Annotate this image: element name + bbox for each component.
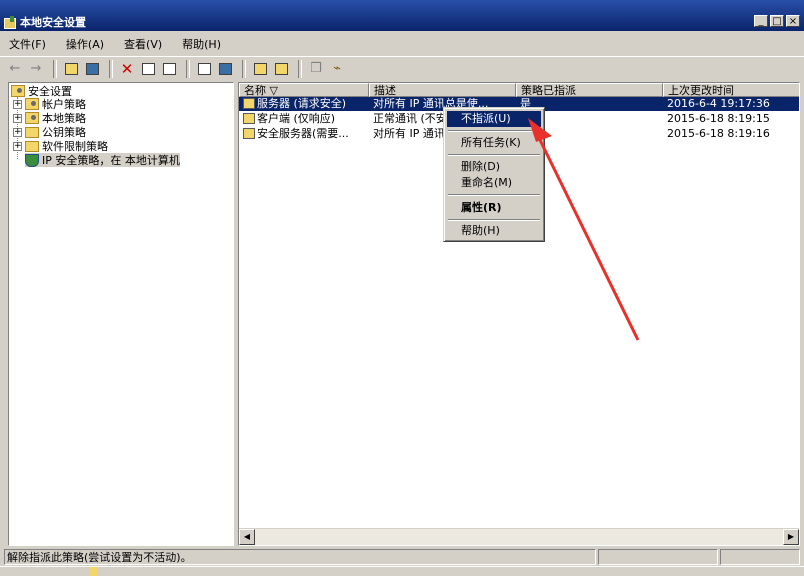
menu-separator — [448, 219, 540, 221]
toolbar-separator — [53, 59, 57, 78]
column-header-description[interactable]: 描述 — [369, 83, 516, 97]
tree-item-account-policies[interactable]: + 帐户策略 — [13, 97, 86, 111]
menu-item-unassign[interactable]: 不指派(U) — [447, 111, 541, 127]
folder-icon — [25, 98, 39, 110]
policy-icon — [243, 113, 255, 124]
menu-separator — [448, 154, 540, 156]
status-text: 解除指派此策略(尝试设置为不活动)。 — [4, 549, 596, 565]
back-arrow-icon[interactable]: ← — [6, 60, 24, 78]
toolbar-separator — [109, 59, 113, 78]
properties-icon[interactable] — [139, 60, 157, 78]
menu-action[interactable]: 操作(A) — [63, 35, 107, 53]
column-headers: 名称 ▽ 描述 策略已指派 上次更改时间 — [239, 83, 799, 97]
console-icon[interactable] — [216, 60, 234, 78]
menu-bar: 文件(F) 操作(A) 查看(V) 帮助(H) — [0, 34, 238, 54]
policy-name-cell: 安全服务器(需要... — [239, 127, 369, 141]
horizontal-scrollbar[interactable]: ◀ ▶ — [239, 528, 799, 545]
policy-modified-cell: 2016-6-4 19:17:36 — [667, 97, 770, 110]
new-policy-icon[interactable] — [251, 60, 269, 78]
security-settings-icon — [11, 85, 25, 97]
close-button[interactable]: × — [786, 15, 800, 27]
folder-icon — [25, 140, 39, 152]
policy-modified-cell: 2015-6-18 8:19:16 — [667, 127, 770, 140]
toolbar-separator — [242, 59, 246, 78]
help-icon[interactable] — [195, 60, 213, 78]
expand-icon[interactable]: + — [13, 127, 22, 137]
policy-icon — [243, 98, 255, 109]
menu-help[interactable]: 帮助(H) — [179, 35, 224, 53]
status-bar: 解除指派此策略(尝试设置为不活动)。 — [0, 548, 804, 566]
tree-item-software-restriction[interactable]: + 软件限制策略 — [13, 139, 108, 153]
tree-item-local-policies[interactable]: + 本地策略 — [13, 111, 86, 125]
minimize-button[interactable]: _ — [754, 15, 768, 27]
unassign-icon[interactable]: ⌁ — [328, 60, 346, 78]
folder-icon — [25, 126, 39, 138]
toolbar-separator — [186, 59, 190, 78]
window-controls: _ □ × — [754, 15, 800, 27]
menu-file[interactable]: 文件(F) — [6, 35, 49, 53]
toolbar: ← → ✕ ❒ ⌁ — [0, 56, 804, 80]
title-group: 本地安全设置 — [4, 14, 86, 30]
maximize-button[interactable]: □ — [770, 15, 784, 27]
delete-icon[interactable]: ✕ — [118, 60, 136, 78]
status-panel-3 — [720, 549, 800, 565]
menu-item-help[interactable]: 帮助(H) — [447, 223, 541, 239]
folder-icon — [25, 112, 39, 124]
scroll-right-button[interactable]: ▶ — [783, 529, 799, 545]
menu-separator — [448, 130, 540, 132]
tree-item-label: IP 安全策略，在 本地计算机 — [42, 154, 180, 167]
scroll-left-button[interactable]: ◀ — [239, 529, 255, 545]
policy-name-cell: 服务器 (请求安全) — [239, 97, 369, 111]
ip-security-icon — [25, 153, 39, 167]
forward-arrow-icon[interactable]: → — [27, 60, 45, 78]
policy-icon — [243, 128, 255, 139]
column-header-assigned[interactable]: 策略已指派 — [516, 83, 663, 97]
window-title: 本地安全设置 — [20, 16, 86, 29]
menu-item-rename[interactable]: 重命名(M) — [447, 175, 541, 191]
column-header-modified[interactable]: 上次更改时间 — [663, 83, 799, 97]
up-folder-icon[interactable] — [62, 60, 80, 78]
title-bar[interactable]: 本地安全设置 _ □ × — [0, 0, 804, 31]
menu-view[interactable]: 查看(V) — [121, 35, 165, 53]
expand-icon[interactable]: + — [13, 99, 22, 109]
app-icon — [4, 16, 16, 29]
assign-icon[interactable]: ❒ — [307, 60, 325, 78]
expand-icon[interactable]: + — [13, 113, 22, 123]
context-menu: 不指派(U) 所有任务(K) 删除(D) 重命名(M) 属性(R) 帮助(H) — [443, 107, 545, 242]
local-security-settings-window: 本地安全设置 _ □ × 文件(F) 操作(A) 查看(V) 帮助(H) ← →… — [0, 0, 804, 576]
column-header-name[interactable]: 名称 ▽ — [239, 83, 369, 97]
menu-item-all-tasks[interactable]: 所有任务(K) — [447, 135, 541, 151]
tree-item-ip-security-policies[interactable]: IP 安全策略，在 本地计算机 — [25, 153, 180, 167]
policy-name-cell: 客户端 (仅响应) — [239, 112, 369, 126]
expand-icon[interactable]: + — [13, 141, 22, 151]
status-panel-2 — [598, 549, 718, 565]
toolbar-separator — [298, 59, 302, 78]
tree-pane: 安全设置 + 帐户策略 + 本地策略 + 公钥策略 + 软件限制策略 IP 安全… — [8, 82, 234, 546]
menu-item-properties[interactable]: 属性(R) — [447, 200, 541, 216]
show-tree-icon[interactable] — [83, 60, 101, 78]
manage-filters-icon[interactable] — [272, 60, 290, 78]
refresh-icon[interactable] — [160, 60, 178, 78]
tree-item-public-key-policies[interactable]: + 公钥策略 — [13, 125, 86, 139]
menu-item-delete[interactable]: 删除(D) — [447, 159, 541, 175]
policy-modified-cell: 2015-6-18 8:19:15 — [667, 112, 770, 125]
menu-separator — [448, 194, 540, 196]
